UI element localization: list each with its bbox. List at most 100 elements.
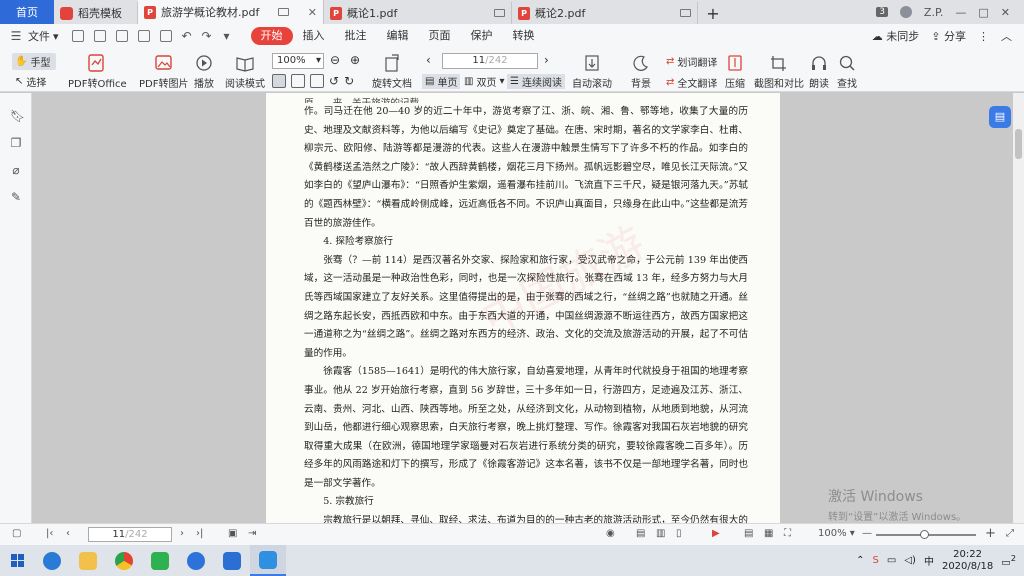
undo-icon[interactable]: ↶ bbox=[179, 29, 195, 43]
zoom-in-button[interactable]: ⊕ bbox=[350, 53, 360, 67]
status-zoom-select[interactable]: 100% ▾ bbox=[818, 528, 855, 539]
fullscreen-icon[interactable]: ⤢ bbox=[1006, 528, 1014, 539]
tab-edit[interactable]: 编辑 bbox=[377, 27, 419, 45]
tab-annotate[interactable]: 批注 bbox=[335, 27, 377, 45]
double-page-button[interactable]: ▥ 双页 ▾ bbox=[464, 74, 504, 89]
window-count-badge[interactable]: 3 bbox=[876, 7, 888, 17]
network-icon[interactable]: ▭ bbox=[887, 555, 896, 566]
tray-app-icon[interactable]: S bbox=[873, 555, 879, 566]
tab-convert[interactable]: 转换 bbox=[503, 27, 545, 45]
tab-start[interactable]: 开始 bbox=[250, 27, 293, 45]
scrollbar-thumb[interactable] bbox=[1015, 129, 1022, 159]
page-number-input[interactable]: 11/242 bbox=[442, 53, 538, 69]
redo-icon[interactable]: ↷ bbox=[199, 29, 215, 43]
zoom-select[interactable]: 100% ▾ bbox=[272, 53, 324, 69]
signature-icon[interactable]: ✎ bbox=[10, 190, 22, 204]
avatar[interactable] bbox=[899, 6, 912, 18]
sidebar-toggle-icon[interactable]: ▢ bbox=[12, 528, 21, 539]
first-page-icon[interactable]: |‹ bbox=[46, 528, 53, 539]
fit-page-icon[interactable] bbox=[291, 74, 305, 88]
book-view-icon[interactable]: ▯ bbox=[676, 528, 682, 539]
prev-page-button[interactable]: ‹ bbox=[426, 53, 431, 67]
pdf-to-image-button[interactable]: PDF转图片 bbox=[139, 53, 188, 90]
taskbar-wps-writer[interactable] bbox=[214, 545, 250, 576]
background-button[interactable]: 背景 bbox=[630, 53, 652, 90]
compress-button[interactable]: 压缩 bbox=[724, 53, 746, 90]
sync-status-button[interactable]: ☁ 未同步 bbox=[872, 28, 920, 44]
save-icon[interactable] bbox=[93, 30, 106, 42]
taskbar-app[interactable] bbox=[178, 545, 214, 576]
single-page-button[interactable]: ▤ 单页 bbox=[422, 74, 461, 89]
tab-home[interactable]: 首页 bbox=[0, 0, 54, 24]
user-name[interactable]: Z.P. bbox=[924, 6, 943, 19]
more-icon[interactable]: ⋮ bbox=[978, 30, 989, 43]
find-button[interactable]: 查找 bbox=[836, 53, 858, 90]
chevron-down-icon[interactable]: ▾ bbox=[219, 29, 235, 43]
tab-insert[interactable]: 插入 bbox=[293, 27, 335, 45]
thumbnail-icon[interactable]: ❐ bbox=[10, 136, 22, 150]
taskbar-chrome[interactable] bbox=[106, 545, 142, 576]
double-page-view-icon[interactable]: ▥ bbox=[656, 528, 665, 539]
single-page-view-icon[interactable]: ▤ bbox=[636, 528, 645, 539]
notification-button[interactable]: ▭2 bbox=[1001, 553, 1016, 568]
auto-scroll-button[interactable]: 自动滚动 bbox=[572, 53, 612, 90]
zoom-in-button[interactable]: + bbox=[985, 526, 996, 541]
tab-document-active[interactable]: P 旅游学概论教材.pdf ✕ bbox=[138, 0, 324, 24]
start-button[interactable] bbox=[0, 554, 34, 567]
tab-document[interactable]: P 概论2.pdf bbox=[512, 2, 698, 24]
actual-size-icon[interactable] bbox=[272, 74, 286, 88]
zoom-out-button[interactable]: — bbox=[862, 528, 872, 539]
taskbar-wechat[interactable] bbox=[142, 545, 178, 576]
eye-icon[interactable]: ◉ bbox=[606, 528, 615, 539]
tab-protect[interactable]: 保护 bbox=[461, 27, 503, 45]
bookmark-icon[interactable]: 🔖︎ bbox=[10, 109, 25, 123]
close-tab-icon[interactable]: ✕ bbox=[308, 6, 317, 19]
taskbar-edge[interactable] bbox=[34, 545, 70, 576]
tab-template[interactable]: 稻壳模板 bbox=[54, 2, 138, 24]
rotate-left-icon[interactable]: ↺ bbox=[329, 74, 339, 88]
prev-page-icon[interactable]: ‹ bbox=[66, 528, 70, 539]
monitor-icon[interactable] bbox=[278, 8, 290, 16]
file-menu[interactable]: 文件 ▾ bbox=[28, 28, 59, 44]
floating-tool-button[interactable]: ▤ bbox=[989, 106, 1011, 128]
full-translate-button[interactable]: ⇄ 全文翻译 bbox=[666, 75, 717, 90]
read-aloud-button[interactable]: 朗读 bbox=[808, 53, 830, 90]
next-page-icon[interactable]: › bbox=[180, 528, 184, 539]
fit-page-icon[interactable]: ⛶ bbox=[784, 528, 791, 539]
document-viewport[interactable]: 原……来，关于旅游的记载…… 作。司马迁在他 20—40 岁的近二十年中，游览考… bbox=[33, 93, 1013, 523]
select-tool-button[interactable]: ↖ 选择 bbox=[15, 74, 46, 89]
vertical-scrollbar[interactable] bbox=[1013, 93, 1024, 523]
zoom-slider[interactable] bbox=[876, 530, 976, 539]
taskbar-wps-pdf[interactable] bbox=[250, 545, 286, 576]
restore-button[interactable]: □ bbox=[978, 6, 988, 19]
clock[interactable]: 20:22 2020/8/18 bbox=[942, 549, 993, 573]
screenshot-compare-button[interactable]: 截图和对比 bbox=[754, 53, 804, 90]
word-translate-button[interactable]: ⇄ 划词翻译 bbox=[666, 54, 717, 69]
fit-width-icon[interactable] bbox=[310, 74, 324, 88]
attachment-icon[interactable]: ⌀ bbox=[10, 163, 22, 177]
print-icon[interactable] bbox=[115, 30, 128, 42]
next-page-button[interactable]: › bbox=[544, 53, 549, 67]
hand-tool-button[interactable]: ✋ 手型 bbox=[12, 53, 57, 70]
volume-icon[interactable]: ◁) bbox=[904, 555, 916, 566]
rotate-document-button[interactable]: 旋转文档 bbox=[372, 53, 412, 90]
status-page-input[interactable]: 11/242 bbox=[88, 527, 172, 542]
monitor-icon[interactable] bbox=[680, 9, 691, 17]
export-icon[interactable] bbox=[159, 30, 172, 42]
input-language[interactable]: 中 bbox=[924, 553, 934, 568]
print-preview-icon[interactable] bbox=[137, 30, 150, 42]
grid-icon[interactable]: ▦ bbox=[764, 528, 773, 539]
tray-chevron-icon[interactable]: ⌃ bbox=[856, 555, 864, 566]
pdf-to-office-button[interactable]: PDF转Office bbox=[68, 53, 127, 90]
export-icon[interactable]: ⇥ bbox=[248, 528, 256, 539]
layout-icon[interactable]: ▤ bbox=[744, 528, 753, 539]
minimize-button[interactable]: — bbox=[955, 6, 966, 19]
tab-document[interactable]: P 概论1.pdf bbox=[324, 2, 512, 24]
collapse-ribbon-icon[interactable]: ︿ bbox=[1001, 28, 1012, 44]
new-tab-button[interactable]: + bbox=[698, 2, 728, 24]
taskbar-explorer[interactable] bbox=[70, 545, 106, 576]
play-button[interactable]: 播放 bbox=[193, 53, 215, 90]
play-icon[interactable]: ▶ bbox=[712, 528, 720, 539]
zoom-out-button[interactable]: ⊖ bbox=[330, 53, 340, 67]
last-page-icon[interactable]: ›| bbox=[196, 528, 203, 539]
